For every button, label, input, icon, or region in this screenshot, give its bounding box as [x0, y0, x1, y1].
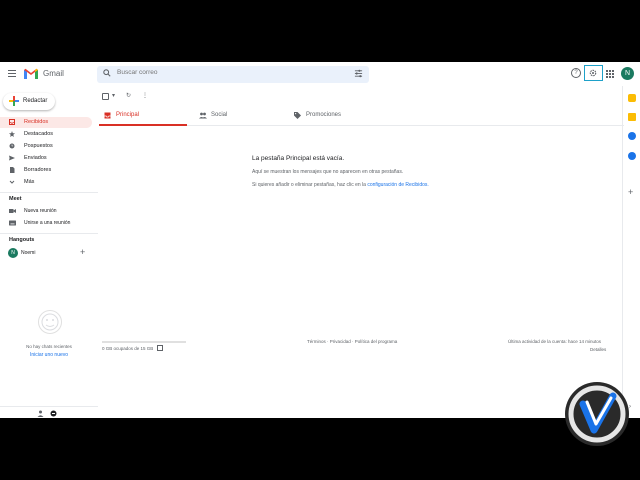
empty-state-hint-text: Si quieres añadir o eliminar pestañas, h…	[252, 182, 366, 188]
meet-heading: Meet	[9, 196, 22, 202]
gmail-logo-icon	[24, 68, 38, 79]
last-activity-text: Última actividad de la cuenta: hace 14 m…	[508, 339, 602, 344]
sidebar-item-label: Pospuestos	[24, 143, 53, 149]
sidebar-item-label: Destacados	[24, 131, 54, 137]
sidebar-item-inbox[interactable]: Recibidos	[0, 117, 92, 128]
empty-state-title: La pestaña Principal está vacía.	[252, 155, 345, 162]
inbox-icon	[9, 119, 15, 125]
search-input[interactable]	[117, 69, 337, 76]
top-bar: Gmail ?	[0, 62, 640, 86]
sidebar-item-label: Recibidos	[24, 119, 49, 125]
storage-usage-text: 0 GB ocupados de 15 GB	[102, 346, 154, 351]
no-chats-text: No hay chats recientes	[26, 344, 72, 349]
hangouts-heading: Hangouts	[9, 237, 35, 243]
main-menu-icon[interactable]	[8, 70, 16, 77]
sidebar-divider	[0, 192, 98, 193]
sidebar-divider	[0, 233, 98, 234]
video-icon	[9, 209, 16, 213]
apps-grid-icon[interactable]	[606, 70, 614, 78]
app-name: Gmail	[43, 69, 64, 78]
refresh-icon[interactable]: ↻	[126, 92, 131, 99]
search-options-icon[interactable]	[354, 69, 363, 78]
tab-promotions[interactable]: Promociones	[289, 106, 377, 126]
stage: Gmail ?	[0, 0, 640, 480]
start-chat-link[interactable]: Iniciar uno nuevo	[0, 352, 98, 358]
send-icon	[9, 155, 15, 161]
star-icon	[9, 131, 15, 137]
chevron-down-icon	[9, 180, 15, 184]
tag-icon	[294, 112, 301, 119]
more-options-icon[interactable]: ⋮	[142, 92, 148, 99]
tasks-icon[interactable]	[628, 132, 636, 140]
keyboard-icon	[9, 220, 16, 226]
gmail-window: Gmail ?	[0, 62, 640, 418]
avatar: N	[8, 248, 18, 258]
help-icon[interactable]: ?	[571, 68, 581, 78]
plus-icon	[9, 96, 19, 106]
account-avatar[interactable]: N	[621, 67, 634, 80]
sidebar-item-sent[interactable]: Enviados	[0, 153, 92, 164]
sidebar-item-label: Borradores	[24, 167, 52, 173]
gear-icon	[589, 69, 597, 77]
inbox-icon	[104, 112, 111, 119]
sidebar-item-drafts[interactable]: Borradores	[0, 165, 92, 176]
side-panel: + ›	[622, 86, 640, 418]
meet-item-label: Unirse a una reunión	[24, 220, 71, 226]
calendar-icon[interactable]	[628, 94, 636, 102]
mail-toolbar: ▾ ↻ ⋮	[102, 91, 622, 103]
select-all-checkbox[interactable]	[102, 93, 109, 100]
hangouts-user[interactable]: N Noemi +	[8, 248, 92, 259]
person-icon[interactable]	[37, 410, 44, 417]
sidebar-item-snoozed[interactable]: Pospuestos	[0, 141, 92, 152]
add-addon-icon[interactable]: +	[628, 188, 633, 197]
sidebar-bottom-bar	[0, 406, 98, 418]
keep-icon[interactable]	[628, 113, 636, 121]
inbox-settings-link[interactable]: configuración de Recibidos.	[367, 182, 428, 188]
clock-icon	[9, 143, 15, 149]
hangouts-user-name: Noemi	[21, 250, 36, 256]
search-icon[interactable]	[103, 69, 111, 77]
policies-links[interactable]: Términos · Privacidad · Política del pro…	[307, 339, 397, 344]
tab-label: Social	[211, 112, 228, 118]
sidebar-item-label: Enviados	[24, 155, 47, 161]
empty-state-hint: Si quieres añadir o eliminar pestañas, h…	[252, 182, 429, 188]
sidebar-item-starred[interactable]: Destacados	[0, 129, 92, 140]
meet-item-label: Nueva reunión	[24, 208, 57, 214]
tab-social[interactable]: Social	[194, 106, 282, 126]
external-link-icon[interactable]	[157, 345, 163, 351]
brand-logo-icon	[565, 382, 629, 446]
tab-primary[interactable]: Principal	[99, 106, 187, 126]
add-contact-icon[interactable]: +	[80, 248, 85, 257]
compose-button[interactable]: Redactar	[3, 93, 55, 110]
chat-icon[interactable]	[50, 410, 57, 417]
contacts-icon[interactable]	[628, 152, 636, 160]
tab-label: Promociones	[306, 112, 342, 118]
no-chats-illustration-icon	[38, 310, 62, 334]
details-link[interactable]: Detalles	[590, 347, 606, 352]
storage-progress-bar	[102, 341, 186, 343]
empty-state-subtitle: Aquí se muestran los mensajes que no apa…	[252, 169, 404, 175]
sidebar-item-more[interactable]: Más	[0, 177, 92, 188]
sidebar-item-label: Más	[24, 179, 35, 185]
search-bar[interactable]	[97, 66, 369, 83]
select-dropdown-icon[interactable]: ▾	[112, 92, 115, 99]
tab-label: Principal	[116, 112, 140, 118]
settings-button[interactable]	[584, 65, 603, 81]
compose-label: Redactar	[23, 98, 48, 104]
draft-icon	[10, 167, 15, 173]
category-tabs: Principal Social Promociones	[99, 106, 624, 126]
people-icon	[199, 112, 207, 119]
